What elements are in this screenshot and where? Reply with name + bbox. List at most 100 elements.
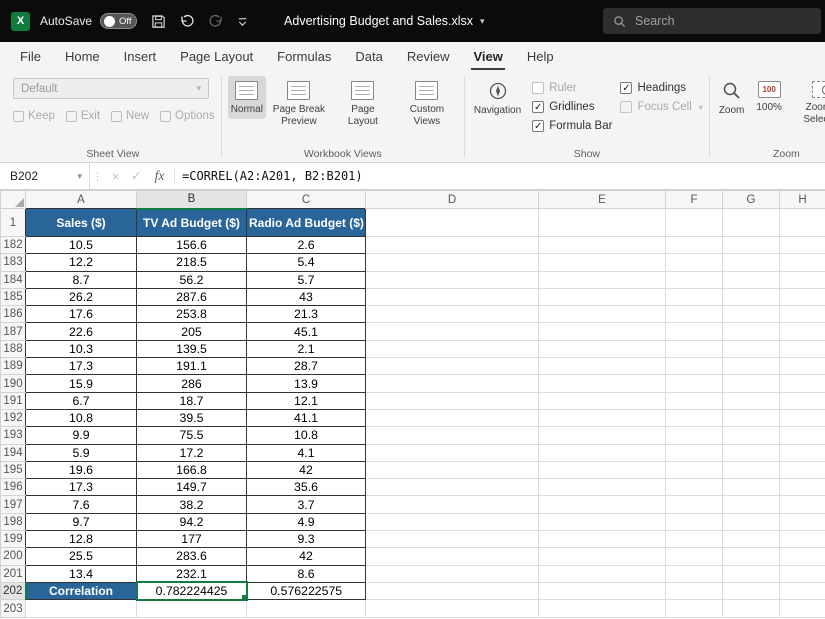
cell-B198[interactable]: 94.2	[137, 513, 247, 530]
cell-E191[interactable]	[539, 392, 666, 409]
cell-C202[interactable]: 0.576222575	[247, 582, 366, 600]
zoom-100-button[interactable]: 100 100%	[753, 76, 785, 117]
cell-G193[interactable]	[723, 427, 780, 444]
page-break-preview-button[interactable]: Page Break Preview	[268, 76, 330, 131]
cell-E182[interactable]	[539, 237, 666, 254]
cell-B190[interactable]: 286	[137, 375, 247, 392]
cell-C1[interactable]: Radio Ad Budget ($)	[247, 209, 366, 237]
cell-A187[interactable]: 22.6	[26, 323, 137, 340]
cell-H191[interactable]	[780, 392, 825, 409]
cell-B200[interactable]: 283.6	[137, 548, 247, 565]
name-box[interactable]: B202 ▾	[0, 163, 90, 189]
cell-A1[interactable]: Sales ($)	[26, 209, 137, 237]
cell-A184[interactable]: 8.7	[26, 271, 137, 288]
row-header-183[interactable]: 183	[1, 254, 26, 271]
cell-C197[interactable]: 3.7	[247, 496, 366, 513]
cell-E201[interactable]	[539, 565, 666, 582]
cell-B193[interactable]: 75.5	[137, 427, 247, 444]
cell-F193[interactable]	[666, 427, 723, 444]
cell-F196[interactable]	[666, 479, 723, 496]
cell-D197[interactable]	[366, 496, 539, 513]
cell-F195[interactable]	[666, 461, 723, 478]
column-header-C[interactable]: C	[247, 191, 366, 209]
cell-H187[interactable]	[780, 323, 825, 340]
cell-D190[interactable]	[366, 375, 539, 392]
search-box[interactable]: Search	[603, 8, 821, 34]
cell-A191[interactable]: 6.7	[26, 392, 137, 409]
cell-A201[interactable]: 13.4	[26, 565, 137, 582]
cell-G195[interactable]	[723, 461, 780, 478]
cell-B188[interactable]: 139.5	[137, 340, 247, 357]
cell-H201[interactable]	[780, 565, 825, 582]
row-header-203[interactable]: 203	[1, 600, 26, 617]
cell-E190[interactable]	[539, 375, 666, 392]
cell-H189[interactable]	[780, 358, 825, 375]
cell-F186[interactable]	[666, 306, 723, 323]
cell-F183[interactable]	[666, 254, 723, 271]
cell-F198[interactable]	[666, 513, 723, 530]
cell-B197[interactable]: 38.2	[137, 496, 247, 513]
row-header-199[interactable]: 199	[1, 531, 26, 548]
cell-C194[interactable]: 4.1	[247, 444, 366, 461]
column-header-G[interactable]: G	[723, 191, 780, 209]
cell-D192[interactable]	[366, 409, 539, 426]
cell-G184[interactable]	[723, 271, 780, 288]
cell-E198[interactable]	[539, 513, 666, 530]
row-header-185[interactable]: 185	[1, 288, 26, 305]
cell-H194[interactable]	[780, 444, 825, 461]
cell-B1[interactable]: TV Ad Budget ($)	[137, 209, 247, 237]
cell-A189[interactable]: 17.3	[26, 358, 137, 375]
cell-H182[interactable]	[780, 237, 825, 254]
cell-B194[interactable]: 17.2	[137, 444, 247, 461]
formula-input[interactable]: =CORREL(A2:A201, B2:B201)	[182, 163, 825, 189]
cell-G191[interactable]	[723, 392, 780, 409]
cell-D187[interactable]	[366, 323, 539, 340]
cell-F185[interactable]	[666, 288, 723, 305]
cell-E192[interactable]	[539, 409, 666, 426]
cell-D203[interactable]	[366, 600, 539, 617]
row-header-198[interactable]: 198	[1, 513, 26, 530]
row-header-1[interactable]: 1	[1, 209, 26, 237]
cell-G192[interactable]	[723, 409, 780, 426]
cell-E203[interactable]	[539, 600, 666, 617]
menu-tab-data[interactable]: Data	[343, 42, 394, 71]
cell-E185[interactable]	[539, 288, 666, 305]
cell-E183[interactable]	[539, 254, 666, 271]
cell-B183[interactable]: 218.5	[137, 254, 247, 271]
cell-C182[interactable]: 2.6	[247, 237, 366, 254]
cell-B202-selected[interactable]: 0.782224425	[137, 582, 247, 600]
cell-H196[interactable]	[780, 479, 825, 496]
cell-C184[interactable]: 5.7	[247, 271, 366, 288]
cell-F188[interactable]	[666, 340, 723, 357]
cell-C191[interactable]: 12.1	[247, 392, 366, 409]
cell-F184[interactable]	[666, 271, 723, 288]
cell-E197[interactable]	[539, 496, 666, 513]
row-header-202[interactable]: 202	[1, 582, 26, 600]
select-all-button[interactable]	[1, 191, 26, 209]
cell-G202[interactable]	[723, 582, 780, 600]
cell-F194[interactable]	[666, 444, 723, 461]
cell-F1[interactable]	[666, 209, 723, 237]
save-icon[interactable]	[151, 14, 166, 29]
cell-F187[interactable]	[666, 323, 723, 340]
cell-E187[interactable]	[539, 323, 666, 340]
cell-A185[interactable]: 26.2	[26, 288, 137, 305]
column-header-H[interactable]: H	[780, 191, 825, 209]
cell-E202[interactable]	[539, 582, 666, 600]
cell-C188[interactable]: 2.1	[247, 340, 366, 357]
cell-H190[interactable]	[780, 375, 825, 392]
cell-G194[interactable]	[723, 444, 780, 461]
cell-G188[interactable]	[723, 340, 780, 357]
cell-D198[interactable]	[366, 513, 539, 530]
row-header-191[interactable]: 191	[1, 392, 26, 409]
menu-tab-file[interactable]: File	[8, 42, 53, 71]
cell-B187[interactable]: 205	[137, 323, 247, 340]
insert-function-icon[interactable]: fx	[147, 163, 172, 189]
cell-F191[interactable]	[666, 392, 723, 409]
menu-tab-home[interactable]: Home	[53, 42, 112, 71]
cell-D1[interactable]	[366, 209, 539, 237]
cell-A194[interactable]: 5.9	[26, 444, 137, 461]
page-layout-view-button[interactable]: Page Layout	[332, 76, 394, 131]
cell-D194[interactable]	[366, 444, 539, 461]
row-header-196[interactable]: 196	[1, 479, 26, 496]
